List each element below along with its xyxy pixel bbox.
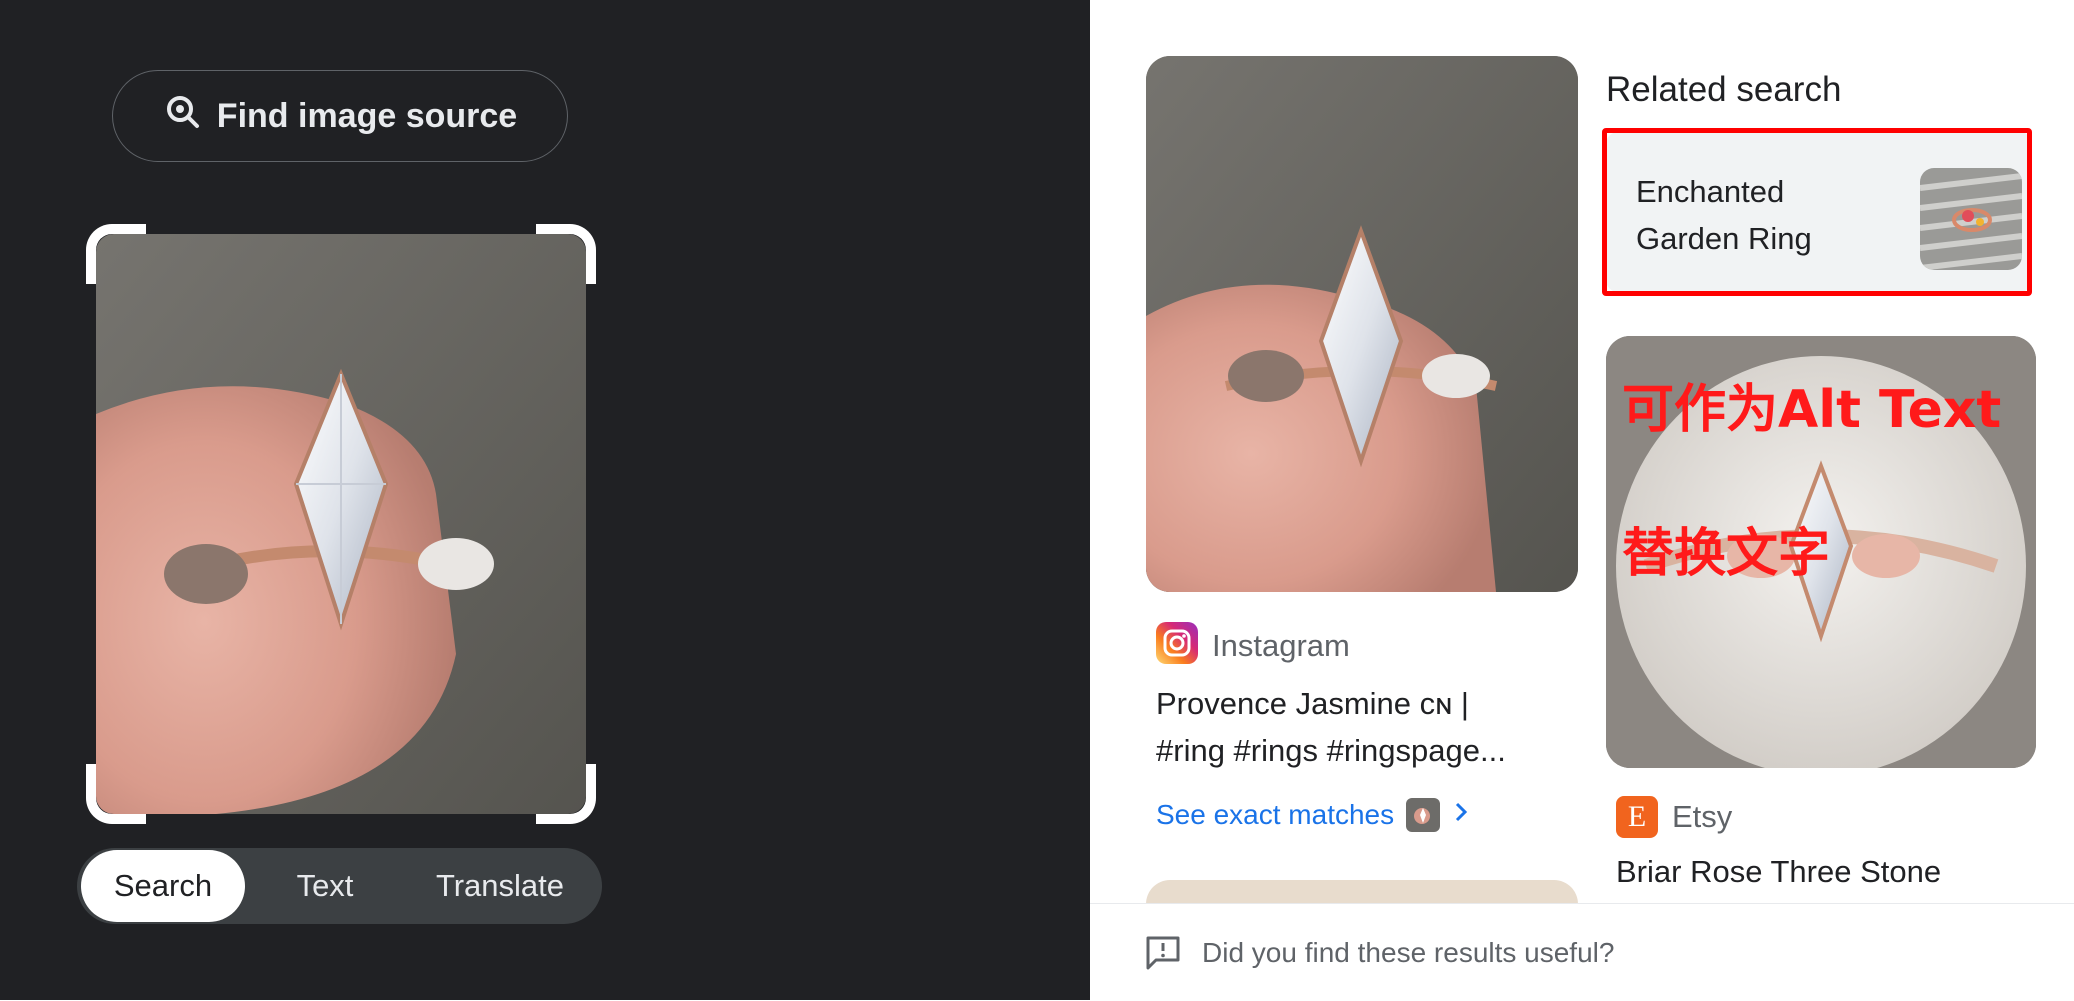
- see-exact-matches-label: See exact matches: [1156, 799, 1395, 830]
- result-title-line: #ring #rings #ringspage...: [1156, 733, 1506, 768]
- annotation-note: 可作为Alt Text 替换文字: [1622, 302, 2001, 662]
- query-image: [96, 234, 586, 814]
- related-search-heading: Related search: [1606, 70, 1842, 109]
- result-title-line: Provence Jasmine ᴄɴ |: [1156, 686, 1469, 721]
- related-search-label: Enchanted Garden Ring: [1636, 168, 1876, 262]
- feedback-question: Did you find these results useful?: [1202, 936, 1615, 968]
- related-search-line: Enchanted: [1636, 174, 1785, 209]
- related-search-line: Garden Ring: [1636, 221, 1812, 256]
- result-source-instagram[interactable]: Instagram: [1156, 622, 1350, 669]
- source-name: Etsy: [1672, 799, 1733, 834]
- crop-handle-bottom-left[interactable]: [86, 764, 146, 824]
- result-source-etsy[interactable]: E Etsy: [1616, 796, 1732, 838]
- tab-text[interactable]: Text: [245, 850, 405, 922]
- related-search-thumbnail: [1920, 168, 2022, 270]
- etsy-icon: E: [1616, 796, 1658, 838]
- result-title-etsy[interactable]: Briar Rose Three Stone: [1616, 848, 2036, 895]
- feedback-bar: Did you find these results useful?: [1090, 903, 2074, 1001]
- chevron-right-icon: [1452, 799, 1470, 831]
- result-title-instagram[interactable]: Provence Jasmine ᴄɴ | #ring #rings #ring…: [1156, 680, 1586, 774]
- exact-match-thumbnail: [1406, 798, 1441, 832]
- tab-translate[interactable]: Translate: [405, 850, 595, 922]
- crop-selection[interactable]: [86, 224, 596, 824]
- annotation-line: 可作为Alt Text: [1622, 380, 2002, 440]
- tab-search[interactable]: Search: [81, 850, 245, 922]
- instagram-icon: [1156, 622, 1198, 669]
- crop-handle-bottom-right[interactable]: [536, 764, 596, 824]
- lens-search-icon: [163, 92, 203, 141]
- crop-handle-top-right[interactable]: [536, 224, 596, 284]
- lens-mode-tabs: Search Text Translate: [77, 848, 602, 924]
- related-search-item[interactable]: Enchanted Garden Ring: [1606, 132, 2032, 292]
- find-image-source-label: Find image source: [216, 96, 518, 135]
- find-image-source-button[interactable]: Find image source: [112, 70, 568, 162]
- see-exact-matches-link[interactable]: See exact matches: [1156, 798, 1470, 832]
- annotation-line: 替换文字: [1622, 524, 1831, 584]
- crop-handle-top-left[interactable]: [86, 224, 146, 284]
- lens-query-panel: Find image source Search Text Translate: [0, 0, 1090, 1000]
- result-image-instagram[interactable]: [1146, 56, 1578, 592]
- feedback-icon[interactable]: [1144, 934, 1182, 972]
- source-name: Instagram: [1212, 627, 1350, 663]
